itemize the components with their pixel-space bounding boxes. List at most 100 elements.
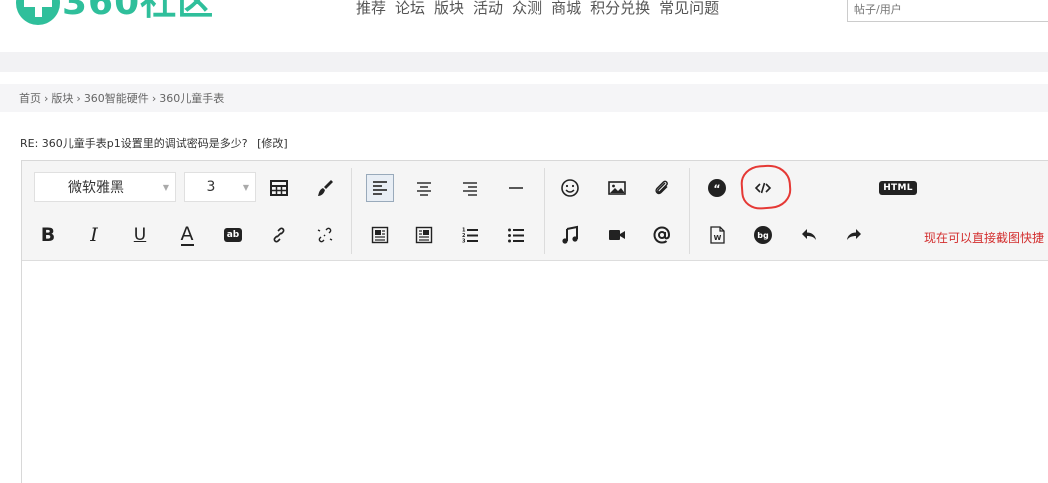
music-note-icon — [562, 225, 578, 244]
svg-text:3: 3 — [462, 239, 466, 245]
align-left-button[interactable] — [366, 174, 394, 202]
italic-button[interactable]: I — [80, 221, 108, 249]
nav-item-forum[interactable]: 论坛 — [395, 0, 425, 16]
breadcrumb-home[interactable]: 首页 — [19, 90, 41, 106]
breadcrumb-smart-hardware[interactable]: 360智能硬件 — [84, 90, 149, 106]
align-center-icon — [417, 182, 431, 196]
ordered-list-icon: 123 — [462, 228, 478, 245]
align-right-button[interactable] — [456, 174, 484, 202]
nav-item-events[interactable]: 活动 — [473, 0, 503, 16]
emoji-button[interactable] — [556, 174, 584, 202]
breadcrumb-kids-watch[interactable]: 360儿童手表 — [159, 90, 224, 106]
align-left-icon — [373, 181, 387, 195]
html-label: HTML — [879, 181, 917, 195]
toolbar-divider — [689, 168, 690, 254]
search-input[interactable] — [848, 0, 1048, 21]
unordered-list-icon — [508, 228, 524, 243]
nav-item-faq[interactable]: 常见问题 — [659, 0, 719, 16]
float-right-button[interactable] — [410, 221, 438, 249]
font-size-select[interactable]: 3 ▼ — [184, 172, 256, 202]
align-right-icon — [463, 182, 477, 196]
nav-item-boards[interactable]: 版块 — [434, 0, 464, 16]
undo-icon — [802, 229, 816, 240]
breadcrumb-boards[interactable]: 版块 — [51, 90, 73, 106]
code-icon — [754, 182, 772, 194]
insert-image-button[interactable] — [603, 174, 631, 202]
float-left-icon — [371, 226, 389, 244]
word-document-icon: W — [710, 226, 725, 244]
italic-label: I — [90, 224, 98, 246]
editor-toolbar: 微软雅黑 ▼ 3 ▼ “ HTML B I U A ab 1 2 3 W bg … — [22, 161, 1048, 261]
page: 360社区 推荐 论坛 版块 活动 众测 商城 积分兑换 常见问题 首页 › 版… — [0, 0, 1048, 483]
bg-circle-icon: bg — [754, 226, 772, 244]
at-sign-icon — [653, 226, 671, 244]
mention-button[interactable] — [648, 221, 676, 249]
nav-item-recommend[interactable]: 推荐 — [356, 0, 386, 16]
align-center-button[interactable] — [410, 174, 438, 202]
background-color-button[interactable]: ab — [219, 221, 247, 249]
table-icon — [270, 180, 288, 196]
float-right-icon — [415, 226, 433, 244]
underline-label: U — [133, 225, 147, 245]
insert-audio-button[interactable] — [556, 221, 584, 249]
underline-button[interactable]: U — [126, 221, 154, 249]
breadcrumb-separator: › — [44, 91, 49, 105]
search-box — [847, 0, 1048, 22]
bold-button[interactable]: B — [34, 221, 62, 249]
svg-text:“: “ — [713, 183, 720, 196]
nav-item-mall[interactable]: 商城 — [551, 0, 581, 16]
brush-icon — [318, 180, 333, 196]
insert-video-button[interactable] — [603, 221, 631, 249]
float-left-button[interactable] — [366, 221, 394, 249]
chevron-down-icon: ▼ — [242, 182, 250, 192]
insert-table-button[interactable] — [265, 174, 293, 202]
undo-button[interactable] — [795, 221, 823, 249]
editor-content-area[interactable] — [22, 261, 1048, 483]
redo-icon — [847, 229, 861, 240]
toolbar-divider — [544, 168, 545, 254]
logo-text: 360社区 — [62, 0, 215, 23]
bgcolor-label: ab — [223, 228, 243, 242]
unordered-list-button[interactable] — [502, 221, 530, 249]
font-family-select[interactable]: 微软雅黑 ▼ — [34, 172, 176, 202]
toolbar-divider — [351, 168, 352, 254]
horizontal-rule-button[interactable] — [502, 174, 530, 202]
site-logo[interactable]: 360社区 — [16, 0, 214, 28]
site-header: 360社区 推荐 论坛 版块 活动 众测 商城 积分兑换 常见问题 — [0, 0, 1048, 52]
font-color-label: A — [180, 222, 194, 246]
breadcrumb-separator: › — [151, 91, 157, 105]
chevron-down-icon: ▼ — [162, 182, 170, 192]
smiley-icon — [561, 179, 579, 197]
format-painter-button[interactable] — [311, 174, 339, 202]
bg-label: bg — [757, 231, 769, 240]
image-icon — [608, 181, 626, 195]
insert-link-button[interactable] — [265, 221, 293, 249]
insert-word-doc-button[interactable]: W — [703, 221, 731, 249]
post-title-text: RE: 360儿童手表p1设置里的调试密码是多少? — [20, 137, 248, 150]
screenshot-hint: 现在可以直接截图快捷 — [924, 231, 1045, 245]
breadcrumb-separator: › — [76, 91, 81, 105]
nav-item-points-exchange[interactable]: 积分兑换 — [590, 0, 650, 16]
main-nav: 推荐 论坛 版块 活动 众测 商城 积分兑换 常见问题 — [356, 0, 719, 16]
quote-button[interactable]: “ — [703, 174, 731, 202]
unlink-icon — [317, 227, 333, 243]
logo-plus-icon — [16, 0, 60, 25]
bold-label: B — [40, 224, 56, 246]
quote-icon: “ — [708, 179, 726, 197]
link-icon — [273, 227, 285, 243]
font-color-button[interactable]: A — [173, 221, 201, 249]
redo-button[interactable] — [840, 221, 868, 249]
font-family-value: 微软雅黑 — [68, 180, 124, 196]
nav-item-trials[interactable]: 众测 — [512, 0, 542, 16]
horizontal-line-icon — [509, 187, 523, 189]
insert-code-button[interactable] — [749, 174, 777, 202]
ordered-list-button[interactable]: 123 — [456, 221, 484, 249]
html-source-button[interactable]: HTML — [878, 174, 918, 202]
background-button[interactable]: bg — [749, 221, 777, 249]
svg-text:W: W — [714, 234, 722, 242]
video-camera-icon — [609, 230, 625, 240]
attachment-button[interactable] — [648, 174, 676, 202]
font-size-value: 3 — [206, 179, 216, 195]
unlink-button[interactable] — [311, 221, 339, 249]
edit-title-link[interactable]: [修改] — [257, 137, 288, 150]
